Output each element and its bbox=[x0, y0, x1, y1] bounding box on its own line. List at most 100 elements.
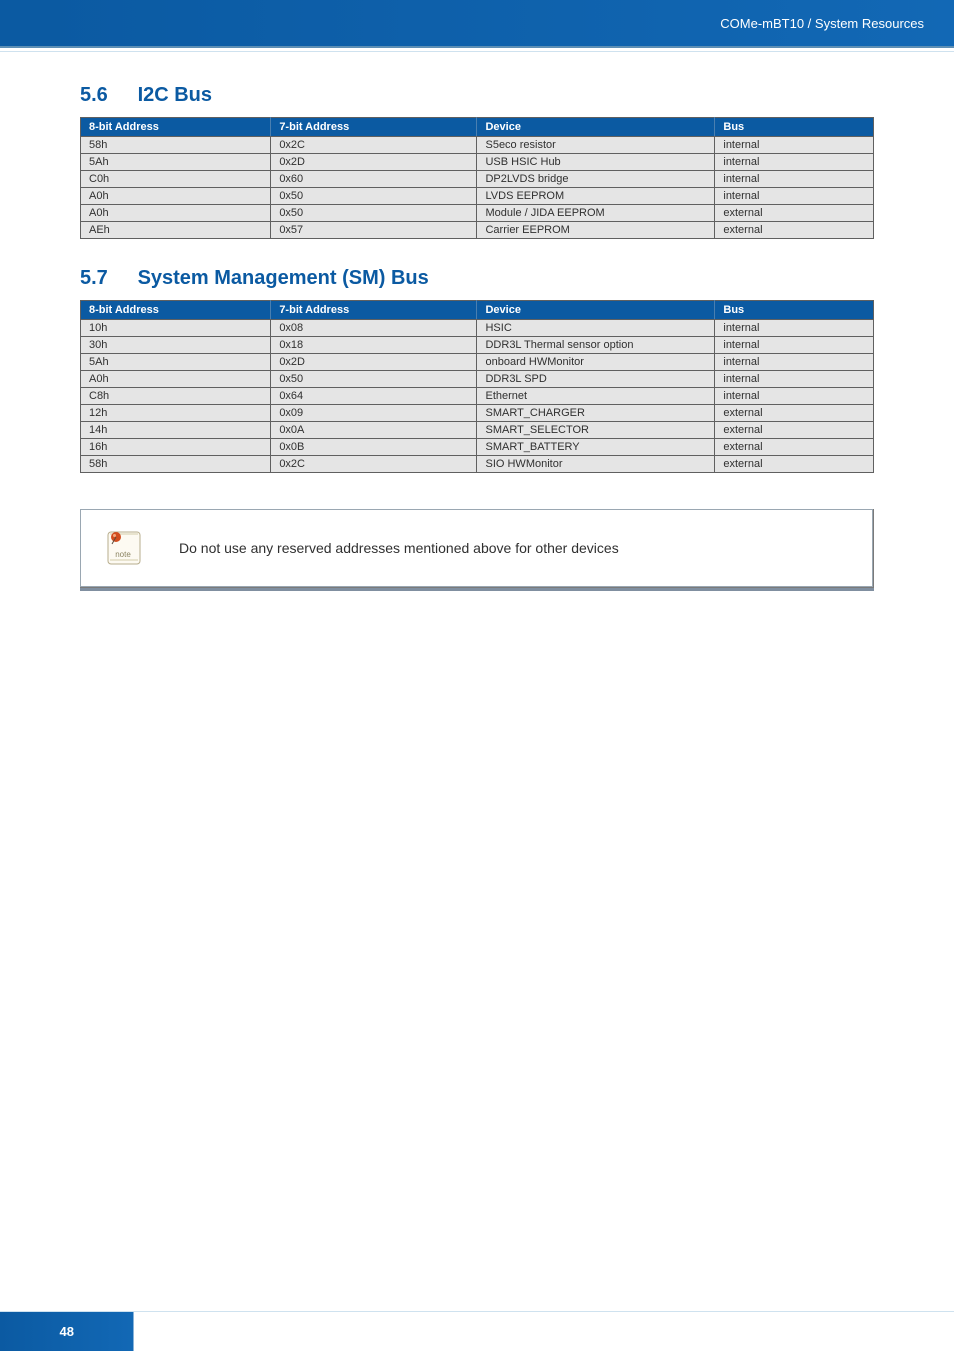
footer-divider bbox=[0, 1311, 954, 1312]
section-number: 5.7 bbox=[80, 267, 132, 290]
cell-addr8: 30h bbox=[81, 337, 271, 354]
cell-addr8: AEh bbox=[81, 222, 271, 239]
note-callout: note Do not use any reserved addresses m… bbox=[80, 509, 873, 587]
cell-addr7: 0x0A bbox=[271, 422, 477, 439]
cell-addr7: 0x2D bbox=[271, 154, 477, 171]
table-row: 14h0x0ASMART_SELECTORexternal bbox=[81, 422, 874, 439]
table-row: A0h0x50Module / JIDA EEPROMexternal bbox=[81, 205, 874, 222]
cell-bus: external bbox=[715, 456, 874, 473]
cell-bus: internal bbox=[715, 137, 874, 154]
page-number: 48 bbox=[0, 1311, 134, 1351]
table-row: C8h0x64Ethernetinternal bbox=[81, 388, 874, 405]
page-footer: 48 bbox=[0, 1311, 954, 1351]
cell-addr8: A0h bbox=[81, 371, 271, 388]
cell-addr7: 0x64 bbox=[271, 388, 477, 405]
cell-bus: internal bbox=[715, 388, 874, 405]
cell-addr7: 0x2C bbox=[271, 137, 477, 154]
col-8bit-address: 8-bit Address bbox=[81, 301, 271, 320]
table-row: 12h0x09SMART_CHARGERexternal bbox=[81, 405, 874, 422]
cell-bus: external bbox=[715, 205, 874, 222]
section-title: System Management (SM) Bus bbox=[138, 267, 429, 289]
page-header: COMe-mBT10 / System Resources bbox=[0, 0, 954, 46]
col-device: Device bbox=[477, 118, 715, 137]
cell-device: onboard HWMonitor bbox=[477, 354, 715, 371]
cell-bus: external bbox=[715, 405, 874, 422]
note-pin-icon: note bbox=[102, 526, 146, 570]
cell-addr8: C8h bbox=[81, 388, 271, 405]
table-header-row: 8-bit Address 7-bit Address Device Bus bbox=[81, 301, 874, 320]
cell-addr7: 0x08 bbox=[271, 320, 477, 337]
cell-bus: internal bbox=[715, 154, 874, 171]
table-row: 5Ah0x2Donboard HWMonitorinternal bbox=[81, 354, 874, 371]
section-number: 5.6 bbox=[80, 84, 132, 107]
cell-bus: internal bbox=[715, 171, 874, 188]
smbus-table: 8-bit Address 7-bit Address Device Bus 1… bbox=[80, 300, 874, 473]
section-heading-smbus: 5.7 System Management (SM) Bus bbox=[80, 267, 874, 290]
col-7bit-address: 7-bit Address bbox=[271, 118, 477, 137]
cell-bus: external bbox=[715, 439, 874, 456]
cell-device: HSIC bbox=[477, 320, 715, 337]
cell-device: S5eco resistor bbox=[477, 137, 715, 154]
col-7bit-address: 7-bit Address bbox=[271, 301, 477, 320]
cell-bus: internal bbox=[715, 320, 874, 337]
cell-addr7: 0x09 bbox=[271, 405, 477, 422]
col-8bit-address: 8-bit Address bbox=[81, 118, 271, 137]
cell-device: Module / JIDA EEPROM bbox=[477, 205, 715, 222]
cell-addr7: 0x50 bbox=[271, 188, 477, 205]
page-content: 5.6 I2C Bus 8-bit Address 7-bit Address … bbox=[0, 52, 954, 611]
cell-addr7: 0x50 bbox=[271, 205, 477, 222]
cell-addr8: 5Ah bbox=[81, 354, 271, 371]
cell-device: SMART_BATTERY bbox=[477, 439, 715, 456]
cell-bus: internal bbox=[715, 354, 874, 371]
note-text: Do not use any reserved addresses mentio… bbox=[167, 510, 872, 586]
cell-device: SMART_SELECTOR bbox=[477, 422, 715, 439]
cell-device: LVDS EEPROM bbox=[477, 188, 715, 205]
table-row: 58h0x2CSIO HWMonitorexternal bbox=[81, 456, 874, 473]
table-row: A0h0x50DDR3L SPDinternal bbox=[81, 371, 874, 388]
cell-addr8: A0h bbox=[81, 205, 271, 222]
cell-bus: internal bbox=[715, 337, 874, 354]
note-callout-underline bbox=[80, 588, 874, 591]
cell-addr8: 12h bbox=[81, 405, 271, 422]
cell-addr7: 0x0B bbox=[271, 439, 477, 456]
cell-device: Ethernet bbox=[477, 388, 715, 405]
cell-device: USB HSIC Hub bbox=[477, 154, 715, 171]
col-device: Device bbox=[477, 301, 715, 320]
cell-addr7: 0x2C bbox=[271, 456, 477, 473]
cell-addr7: 0x50 bbox=[271, 371, 477, 388]
cell-device: SIO HWMonitor bbox=[477, 456, 715, 473]
section-heading-i2c: 5.6 I2C Bus bbox=[80, 84, 874, 107]
cell-addr7: 0x60 bbox=[271, 171, 477, 188]
table-row: 30h0x18DDR3L Thermal sensor optionintern… bbox=[81, 337, 874, 354]
cell-bus: internal bbox=[715, 371, 874, 388]
cell-bus: external bbox=[715, 222, 874, 239]
cell-addr8: 10h bbox=[81, 320, 271, 337]
i2c-bus-table: 8-bit Address 7-bit Address Device Bus 5… bbox=[80, 117, 874, 239]
table-row: 10h0x08HSICinternal bbox=[81, 320, 874, 337]
breadcrumb: COMe-mBT10 / System Resources bbox=[720, 16, 924, 31]
cell-device: Carrier EEPROM bbox=[477, 222, 715, 239]
cell-addr7: 0x18 bbox=[271, 337, 477, 354]
cell-bus: internal bbox=[715, 188, 874, 205]
note-icon: note bbox=[81, 510, 167, 586]
cell-addr7: 0x2D bbox=[271, 354, 477, 371]
cell-addr8: A0h bbox=[81, 188, 271, 205]
cell-addr8: 5Ah bbox=[81, 154, 271, 171]
table-row: 5Ah0x2DUSB HSIC Hubinternal bbox=[81, 154, 874, 171]
note-callout-wrap: note Do not use any reserved addresses m… bbox=[80, 509, 874, 588]
table-row: AEh0x57Carrier EEPROMexternal bbox=[81, 222, 874, 239]
cell-device: SMART_CHARGER bbox=[477, 405, 715, 422]
cell-addr8: 14h bbox=[81, 422, 271, 439]
section-title: I2C Bus bbox=[138, 84, 212, 106]
svg-text:note: note bbox=[115, 550, 131, 559]
table-row: C0h0x60DP2LVDS bridgeinternal bbox=[81, 171, 874, 188]
cell-addr8: C0h bbox=[81, 171, 271, 188]
table-row: 58h0x2CS5eco resistorinternal bbox=[81, 137, 874, 154]
col-bus: Bus bbox=[715, 118, 874, 137]
col-bus: Bus bbox=[715, 301, 874, 320]
table-row: 16h0x0BSMART_BATTERYexternal bbox=[81, 439, 874, 456]
cell-device: DP2LVDS bridge bbox=[477, 171, 715, 188]
cell-addr8: 58h bbox=[81, 456, 271, 473]
cell-bus: external bbox=[715, 422, 874, 439]
cell-addr8: 58h bbox=[81, 137, 271, 154]
